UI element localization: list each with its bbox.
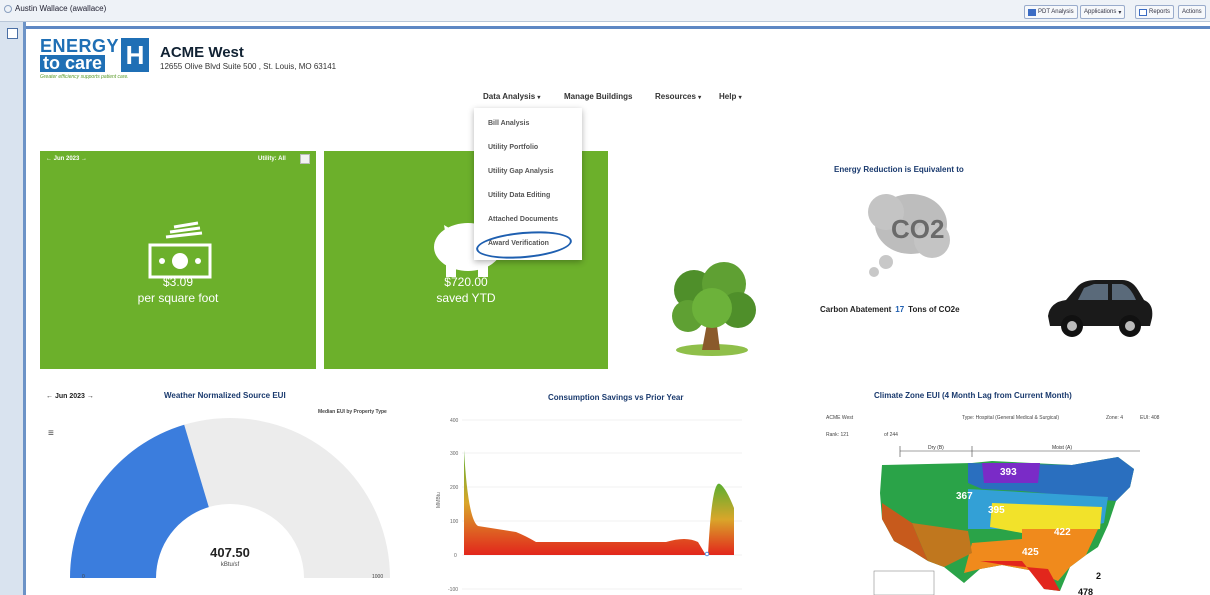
nav-data-analysis[interactable]: Data Analysis ▾: [483, 92, 540, 101]
climate-title: Climate Zone EUI (4 Month Lag from Curre…: [874, 391, 1072, 400]
chart-icon: [1028, 8, 1036, 16]
tree-icon: [672, 262, 756, 356]
y-tick: 400: [450, 418, 459, 424]
y-tick: 0: [454, 553, 457, 559]
gauge-title: Weather Normalized Source EUI: [164, 391, 286, 400]
utility-filter-label: Utility: All: [258, 156, 286, 162]
y-tick: 200: [450, 485, 459, 491]
climate-eui: EUI: 408: [1140, 415, 1160, 421]
climate-zone-map: Dry (B) Moist (A) 393 367 395 422 425 43…: [873, 445, 1140, 595]
map-value: 367: [956, 491, 973, 502]
caret-down-icon: ▾: [698, 95, 702, 101]
savings-value: $720.00: [444, 275, 488, 289]
consumption-title: Consumption Savings vs Prior Year: [548, 393, 684, 402]
cost-per-sqft-tile: ← Jun 2023 → Utility: All $3.09 per squa…: [40, 151, 316, 369]
co2-cloud-icon: CO2: [868, 194, 950, 277]
climate-of: of 244: [884, 432, 898, 438]
menu-utility-gap-analysis[interactable]: Utility Gap Analysis: [488, 168, 553, 175]
logo-tagline: Greater efficiency supports patient care…: [40, 74, 129, 80]
consumption-chart: 400 300 200 100 0 -100 MMBtu: [436, 418, 742, 593]
menu-utility-portfolio[interactable]: Utility Portfolio: [488, 144, 538, 151]
map-legend: [873, 570, 935, 595]
dry-label: Dry (B): [928, 445, 944, 451]
actions-button[interactable]: Actions: [1178, 5, 1206, 19]
map-value: 478: [1078, 587, 1093, 595]
car-icon: [1048, 280, 1153, 337]
cost-caption: per square foot: [137, 291, 219, 305]
map-value: 435: [1006, 575, 1023, 586]
menu-utility-data-editing[interactable]: Utility Data Editing: [488, 192, 550, 199]
logo-tocare: to care: [40, 54, 106, 72]
gauge-value: 407.50: [210, 545, 250, 560]
climate-facility: ACME West: [826, 415, 854, 421]
carbon-value: 17: [895, 305, 905, 314]
carbon-abatement: Carbon Abatement 17 Tons of CO2e: [820, 305, 960, 314]
site-title: ACME West: [160, 44, 244, 61]
gauge-fill: [70, 424, 209, 578]
y-axis-label: MMBtu: [436, 492, 442, 508]
nav-help[interactable]: Help ▾: [719, 92, 742, 101]
energy-to-care-logo: ENERGY to care H Greater efficiency supp…: [40, 37, 150, 80]
reports-button[interactable]: Reports: [1135, 5, 1175, 19]
savings-caption: saved YTD: [436, 291, 496, 305]
applications-button[interactable]: Applications ▾: [1080, 5, 1126, 19]
map-value: 395: [988, 505, 1005, 516]
gauge-max: 1000: [372, 574, 384, 580]
climate-rank: Rank: 121: [826, 432, 849, 438]
logo-h: H: [121, 38, 150, 72]
user-name: Austin Wallace (awallace): [15, 4, 107, 13]
moist-label: Moist (A): [1052, 445, 1072, 451]
user-label[interactable]: Austin Wallace (awallace): [4, 4, 106, 13]
menu-attached-documents[interactable]: Attached Documents: [488, 216, 558, 223]
y-tick: 100: [450, 519, 459, 525]
gauge-date-nav[interactable]: ← Jun 2023 →: [46, 393, 94, 400]
savings-area: [708, 483, 734, 555]
caret-down-icon: ▾: [537, 95, 541, 101]
y-tick: 300: [450, 451, 459, 457]
map-value: 393: [1000, 467, 1017, 478]
menu-icon[interactable]: ≡: [48, 428, 54, 439]
co2-label: CO2: [891, 214, 944, 244]
pdt-analysis-button[interactable]: PDT Analysis: [1024, 5, 1078, 19]
site-address: 12655 Olive Blvd Suite 500 , St. Louis, …: [160, 62, 337, 71]
cash-icon: [148, 221, 212, 279]
map-value: 425: [1022, 547, 1039, 558]
top-bar: Austin Wallace (awallace) PDT Analysis A…: [0, 0, 1210, 22]
cost-value: $3.09: [162, 275, 194, 289]
gauge-min: 0: [82, 574, 85, 580]
frame-border: [26, 26, 1210, 29]
climate-type: Type: Hospital (General Medical & Surgic…: [962, 415, 1059, 421]
utility-select[interactable]: [300, 154, 310, 164]
tile-date-nav[interactable]: ← Jun 2023 →: [46, 156, 87, 162]
left-rail: [0, 22, 26, 595]
panel-toggle-icon[interactable]: [7, 28, 18, 39]
y-tick: -100: [448, 587, 458, 593]
user-icon: [4, 4, 12, 13]
caret-down-icon: ▾: [738, 95, 742, 101]
menu-bill-analysis[interactable]: Bill Analysis: [488, 120, 529, 127]
report-icon: [1139, 8, 1147, 16]
energy-reduction-title: Energy Reduction is Equivalent to: [834, 165, 964, 174]
nav-resources[interactable]: Resources ▾: [655, 92, 701, 101]
map-value: 422: [1054, 527, 1071, 538]
savings-area: [464, 450, 706, 555]
map-value: 2: [1096, 571, 1101, 581]
climate-zone: Zone: 4: [1106, 415, 1123, 421]
nav-manage-buildings[interactable]: Manage Buildings: [564, 92, 632, 101]
gauge-unit: kBtu/sf: [220, 562, 240, 568]
